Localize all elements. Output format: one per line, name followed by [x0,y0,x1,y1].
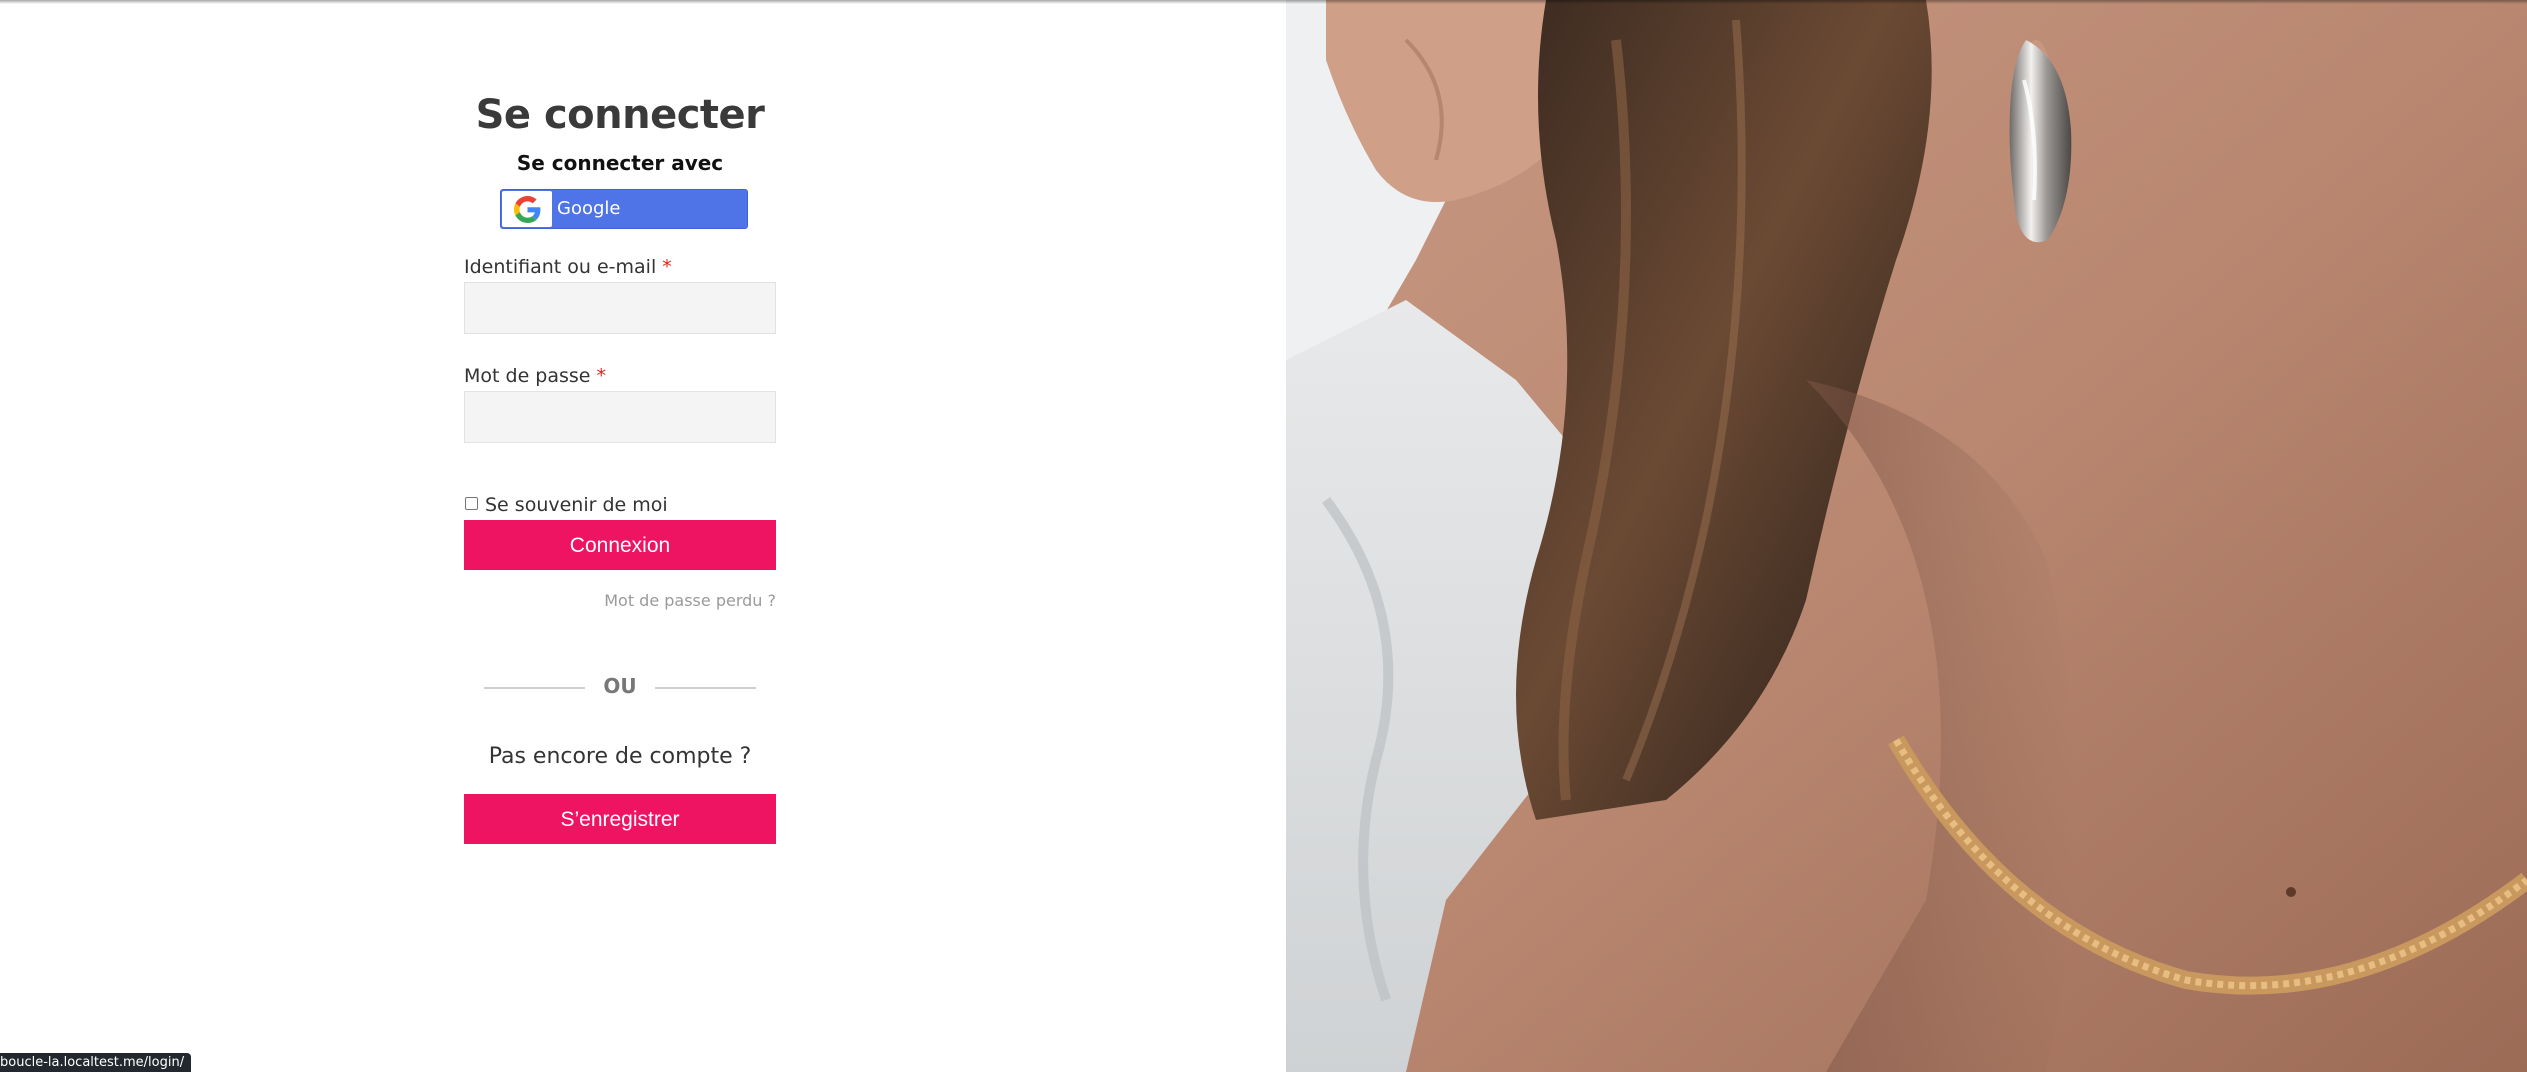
login-submit-button[interactable]: Connexion [464,520,776,570]
hero-photo-svg [1286,0,2527,1072]
google-icon-container [502,191,552,227]
no-account-text: Pas encore de compte ? [488,744,752,769]
login-panel: Se connecter Se connecter avec Google Id… [0,0,1286,1072]
status-bar-url: boucle-la.localtest.me/login/ [0,1053,192,1072]
password-label-text: Mot de passe [464,365,591,387]
social-login-heading: Se connecter avec [516,151,724,175]
remember-me-checkbox[interactable] [465,497,478,510]
lost-password-link[interactable]: Mot de passe perdu ? [604,591,776,610]
hero-photo [1286,0,2527,1072]
divider-line-right [655,687,756,689]
username-label-text: Identifiant ou e-mail [464,256,657,278]
page-title: Se connecter [475,92,765,138]
top-shadow [0,0,2527,4]
remember-me-label[interactable]: Se souvenir de moi [485,494,668,516]
username-field[interactable] [464,282,776,334]
required-marker: * [662,256,672,278]
username-label: Identifiant ou e-mail * [464,256,672,278]
or-divider-label: OU [603,674,637,698]
google-login-button[interactable]: Google [500,189,748,229]
password-label: Mot de passe * [464,365,606,387]
password-field[interactable] [464,391,776,443]
skin-mole [2286,887,2296,897]
google-button-label: Google [557,198,621,219]
required-marker: * [596,365,607,387]
google-g-icon [514,196,541,223]
register-button[interactable]: S’enregistrer [464,794,776,844]
login-page: Se connecter Se connecter avec Google Id… [0,0,2527,1072]
